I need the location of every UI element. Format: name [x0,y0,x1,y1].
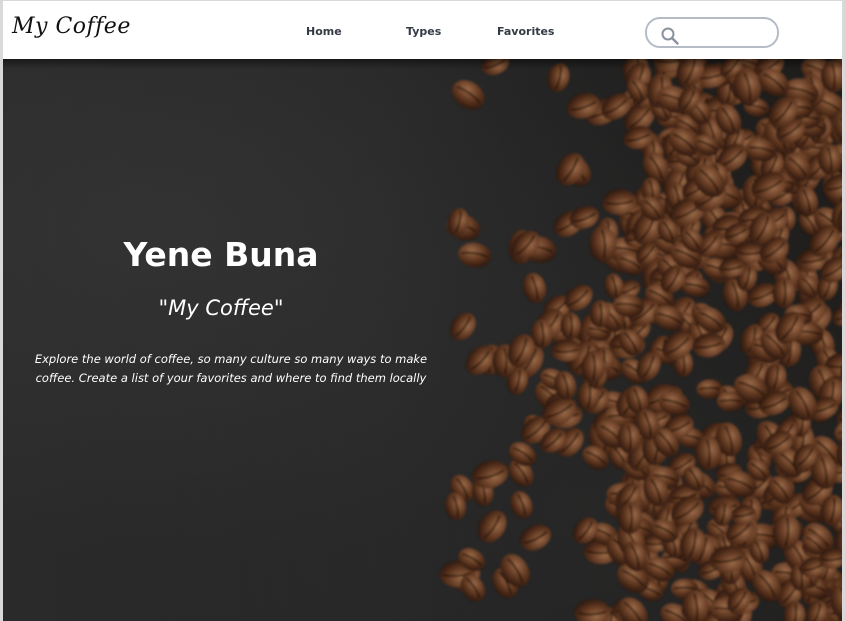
hero-title: Yene Buna [123,235,319,274]
nav-links: Home Types Favorites [3,25,603,43]
search-icon[interactable] [660,26,680,46]
hero-subtitle: "My Coffee" [158,296,284,320]
nav-home-link[interactable]: Home [306,25,342,38]
nav-favorites-link[interactable]: Favorites [497,25,554,38]
hero-banner: Yene Buna "My Coffee" Explore the world … [3,59,842,621]
page-frame: My Coffee Home Types Favorites Yene Buna… [0,0,845,621]
search-input[interactable] [685,23,775,44]
hero-description: Explore the world of coffee, so many cul… [34,352,428,385]
navbar: My Coffee Home Types Favorites [3,1,842,59]
search-box[interactable] [645,17,779,48]
navbar-shadow [3,59,842,69]
coffee-beans-image [439,59,842,621]
nav-types-link[interactable]: Types [406,25,441,38]
